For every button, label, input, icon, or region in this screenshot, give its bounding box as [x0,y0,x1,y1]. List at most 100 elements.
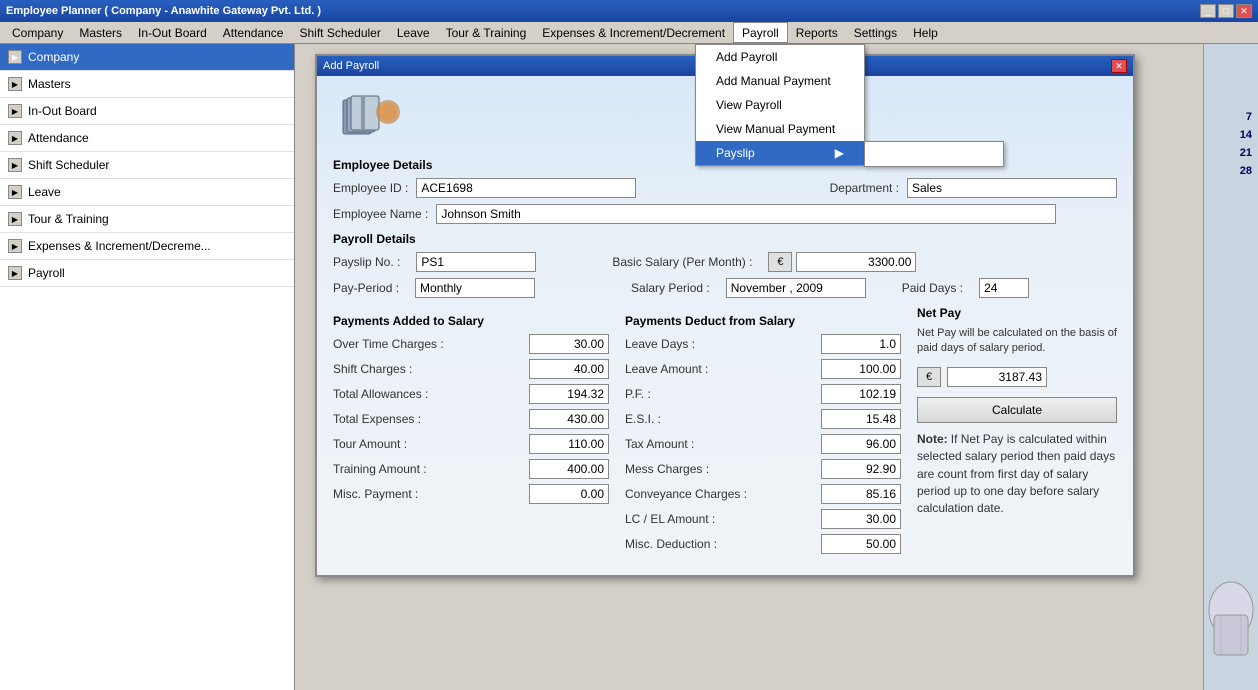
salary-period-input[interactable] [726,278,866,298]
menu-reports[interactable]: Reports [788,22,846,43]
payment-row-expenses: Total Expenses : [333,409,609,429]
net-pay-col: Net Pay Net Pay will be calculated on th… [917,306,1117,559]
menu-settings[interactable]: Settings [846,22,905,43]
dropdown-payslip[interactable]: Payslip ▶ Payroll Payslip [696,141,864,165]
sidebar-expand-icon-6: ▶ [8,185,22,199]
submenu-payroll-payslip[interactable]: Payroll Payslip [865,142,1003,166]
dropdown-add-manual-payment[interactable]: Add Manual Payment [696,69,864,93]
paid-days-input[interactable] [979,278,1029,298]
sidebar-expand-icon-4: ▶ [8,131,22,145]
sidebar-expand-icon-3: ▶ [8,104,22,118]
menu-shift-scheduler[interactable]: Shift Scheduler [291,22,388,43]
calendar-bag-icon [1206,560,1256,680]
employee-id-input[interactable] [416,178,636,198]
total-expenses-input[interactable] [529,409,609,429]
sidebar-expand-icon-7: ▶ [8,212,22,226]
misc-deduction-input[interactable] [821,534,901,554]
leave-days-input[interactable] [821,334,901,354]
sidebar-expand-icon-9: ▶ [8,266,22,280]
app-title: Employee Planner ( Company - Anawhite Ga… [6,5,321,17]
payment-row-allowances: Total Allowances : [333,384,609,404]
calculate-button[interactable]: Calculate [917,397,1117,423]
pf-input[interactable] [821,384,901,404]
sidebar-item-in-out-board[interactable]: ▶ In-Out Board [0,98,294,125]
menu-payroll[interactable]: Payroll [733,22,788,43]
net-pay-input[interactable] [947,367,1047,387]
mess-charges-input[interactable] [821,459,901,479]
payroll-details-row1: Payslip No. : Basic Salary (Per Month) :… [333,252,1117,272]
sidebar: ▶ Company ▶ Masters ▶ In-Out Board ▶ Att… [0,44,295,690]
sidebar-item-label-masters: Masters [28,77,71,91]
sidebar-item-label-attendance: Attendance [28,131,89,145]
sidebar-item-label-shift-scheduler: Shift Scheduler [28,158,109,172]
payslip-no-input[interactable] [416,252,536,272]
sidebar-expand-icon: ▶ [8,50,22,64]
employee-id-row: Employee ID : [333,178,636,198]
main-layout: ▶ Company ▶ Masters ▶ In-Out Board ▶ Att… [0,44,1258,690]
menu-tour-training[interactable]: Tour & Training [438,22,535,43]
deduct-row-misc-deduction: Misc. Deduction : [625,534,901,554]
cal-num-14: 14 [1206,126,1256,144]
close-button[interactable]: ✕ [1236,4,1252,18]
cal-num-7: 7 [1206,108,1256,126]
payments-added-header: Payments Added to Salary [333,314,609,328]
overtime-input[interactable] [529,334,609,354]
sidebar-item-attendance[interactable]: ▶ Attendance [0,125,294,152]
tour-amount-input[interactable] [529,434,609,454]
sidebar-item-company[interactable]: ▶ Company [0,44,294,71]
conveyance-input[interactable] [821,484,901,504]
total-allowances-label: Total Allowances : [333,387,428,401]
leave-amount-input[interactable] [821,359,901,379]
lc-el-input[interactable] [821,509,901,529]
payment-row-training: Training Amount : [333,459,609,479]
menu-help[interactable]: Help [905,22,946,43]
dropdown-add-payroll[interactable]: Add Payroll [696,45,864,69]
tax-amount-input[interactable] [821,434,901,454]
menu-company[interactable]: Company [4,22,71,43]
mess-charges-label: Mess Charges : [625,462,709,476]
sidebar-item-masters[interactable]: ▶ Masters [0,71,294,98]
sidebar-item-tour-training[interactable]: ▶ Tour & Training [0,206,294,233]
department-input[interactable] [907,178,1117,198]
maximize-button[interactable]: □ [1218,4,1234,18]
deduct-row-pf: P.F. : [625,384,901,404]
deduct-row-leave-amount: Leave Amount : [625,359,901,379]
shift-charges-input[interactable] [529,359,609,379]
modal-close-button[interactable]: ✕ [1111,59,1127,73]
overtime-label: Over Time Charges : [333,337,444,351]
payroll-dropdown: Add Payroll Add Manual Payment View Payr… [695,44,865,166]
payslip-no-label: Payslip No. : [333,255,400,269]
calendar-numbers: 7 14 21 28 [1204,104,1258,184]
sidebar-item-expenses[interactable]: ▶ Expenses & Increment/Decreme... [0,233,294,260]
total-expenses-label: Total Expenses : [333,412,421,426]
employee-name-input[interactable] [436,204,1056,224]
sidebar-item-payroll[interactable]: ▶ Payroll [0,260,294,287]
payroll-icon [333,92,413,142]
net-pay-header: Net Pay [917,306,1117,320]
payment-row-shift: Shift Charges : [333,359,609,379]
menu-attendance[interactable]: Attendance [215,22,292,43]
misc-payment-input[interactable] [529,484,609,504]
sidebar-expand-icon-2: ▶ [8,77,22,91]
employee-id-label: Employee ID : [333,181,408,195]
training-amount-input[interactable] [529,459,609,479]
menu-masters[interactable]: Masters [71,22,130,43]
basic-salary-currency: € [768,252,792,272]
note-text: Note: If Net Pay is calculated within se… [917,431,1117,518]
menu-in-out-board[interactable]: In-Out Board [130,22,215,43]
basic-salary-input[interactable] [796,252,916,272]
sidebar-item-label-company: Company [28,50,79,64]
dropdown-view-manual-payment[interactable]: View Manual Payment [696,117,864,141]
minimize-button[interactable]: _ [1200,4,1216,18]
total-allowances-input[interactable] [529,384,609,404]
tax-amount-label: Tax Amount : [625,437,694,451]
sidebar-item-leave[interactable]: ▶ Leave [0,179,294,206]
pay-period-input[interactable] [415,278,535,298]
esi-input[interactable] [821,409,901,429]
sidebar-item-shift-scheduler[interactable]: ▶ Shift Scheduler [0,152,294,179]
menu-leave[interactable]: Leave [389,22,438,43]
cal-num-28: 28 [1206,162,1256,180]
dropdown-view-payroll[interactable]: View Payroll [696,93,864,117]
net-pay-description: Net Pay will be calculated on the basis … [917,326,1117,357]
menu-expenses[interactable]: Expenses & Increment/Decrement [534,22,733,43]
